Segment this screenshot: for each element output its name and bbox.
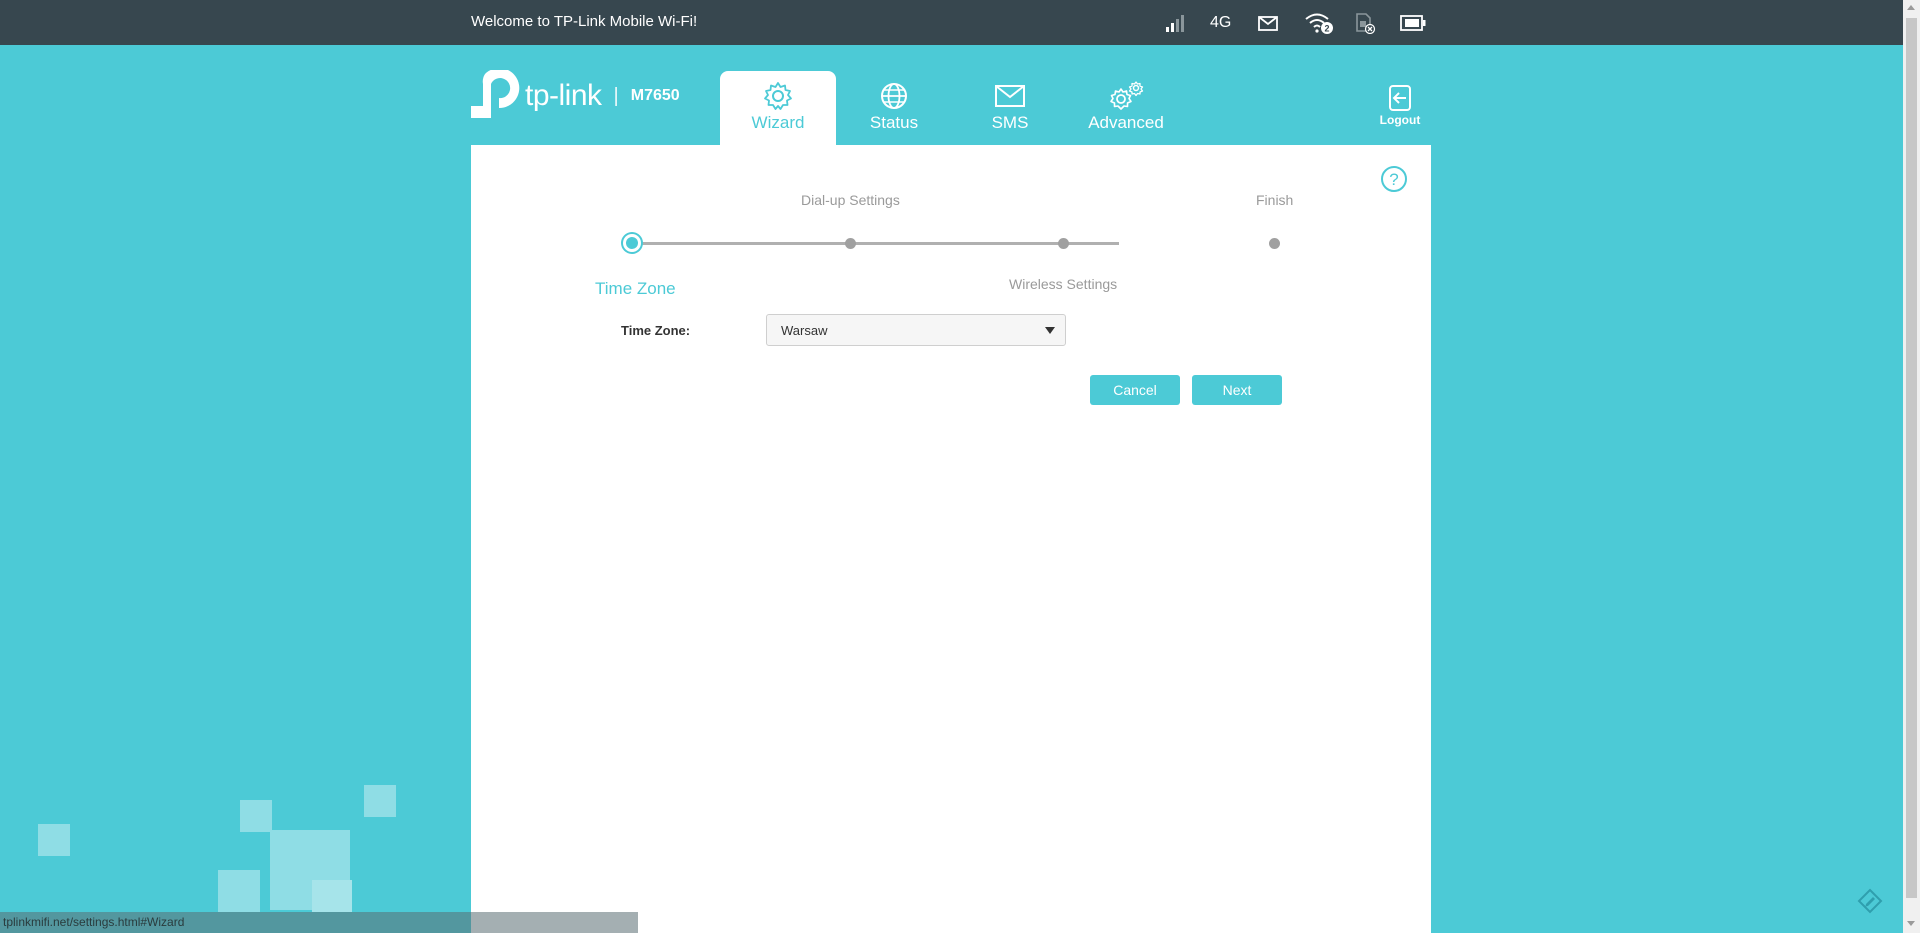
sim-icon — [1354, 10, 1376, 36]
time-zone-value: Warsaw — [781, 322, 828, 338]
battery-icon — [1400, 10, 1426, 36]
progress-line — [633, 242, 1119, 245]
status-url-bar: tplinkmifi.net/settings.html#Wizard — [0, 912, 638, 933]
step-dot-dial-up-settings — [845, 238, 856, 249]
gears-icon — [1110, 81, 1144, 110]
logo-separator: | — [613, 84, 619, 107]
welcome-text: Welcome to TP-Link Mobile Wi-Fi! — [471, 13, 698, 30]
wizard-progress: Dial-up Settings Finish Time Zone Wirele… — [471, 145, 1431, 305]
globe-icon — [881, 83, 907, 109]
deco-square — [218, 870, 260, 912]
deco-square — [38, 824, 70, 856]
step-dot-wireless-settings — [1058, 238, 1069, 249]
brand-name: tp-link — [525, 79, 602, 112]
step-label-dial-up-settings: Dial-up Settings — [801, 192, 900, 208]
tab-sms[interactable]: SMS — [952, 71, 1068, 145]
signal-icon — [1165, 10, 1185, 36]
wifi-client-count: 2 — [1324, 24, 1329, 34]
chevron-down-icon — [1045, 327, 1055, 334]
envelope-icon — [995, 85, 1025, 107]
tab-advanced-label: Advanced — [1088, 113, 1164, 132]
header: tp-link | M7650 Wizard Status SMS Advanc… — [471, 68, 1431, 145]
deco-square — [240, 800, 272, 832]
wifi-icon[interactable]: 2 — [1304, 10, 1334, 36]
tab-advanced[interactable]: Advanced — [1068, 71, 1184, 145]
tab-wizard[interactable]: Wizard — [720, 71, 836, 145]
next-button[interactable]: Next — [1192, 375, 1282, 405]
step-dot-finish — [1269, 238, 1280, 249]
feedback-icon[interactable] — [1857, 888, 1883, 919]
wizard-panel: ? Dial-up Settings Finish Time Zone Wire… — [471, 145, 1431, 933]
step-label-finish: Finish — [1256, 192, 1294, 208]
logout-button[interactable]: Logout — [1370, 84, 1430, 127]
cancel-button[interactable]: Cancel — [1090, 375, 1180, 405]
step-label-time-zone: Time Zone — [595, 279, 676, 298]
status-url: tplinkmifi.net/settings.html#Wizard — [3, 915, 185, 929]
tab-status-label: Status — [869, 113, 919, 132]
page-scrollbar[interactable] — [1903, 0, 1920, 933]
model-name: M7650 — [630, 87, 680, 104]
tab-status[interactable]: Status — [836, 71, 952, 145]
tab-wizard-label: Wizard — [751, 113, 805, 132]
scroll-down-icon[interactable] — [1907, 921, 1915, 926]
gear-icon — [764, 82, 792, 110]
message-icon[interactable] — [1258, 10, 1278, 36]
logout-icon — [1389, 85, 1411, 111]
network-type-label: 4G — [1210, 14, 1232, 31]
deco-square — [312, 880, 352, 912]
tp-link-logo-icon — [471, 70, 520, 118]
scroll-up-icon[interactable] — [1907, 5, 1915, 10]
tp-link-logo: tp-link | M7650 — [471, 70, 680, 122]
top-bar: Welcome to TP-Link Mobile Wi-Fi! 4G 2 — [0, 0, 1903, 45]
time-zone-select[interactable]: Warsaw — [766, 314, 1066, 346]
time-zone-label: Time Zone: — [621, 323, 691, 338]
step-label-wireless-settings: Wireless Settings — [1009, 276, 1118, 292]
deco-square — [364, 785, 396, 817]
step-dot-time-zone — [626, 237, 638, 249]
scrollbar-thumb[interactable] — [1906, 18, 1917, 898]
tab-sms-label: SMS — [991, 113, 1029, 132]
logout-label: Logout — [1379, 113, 1421, 127]
